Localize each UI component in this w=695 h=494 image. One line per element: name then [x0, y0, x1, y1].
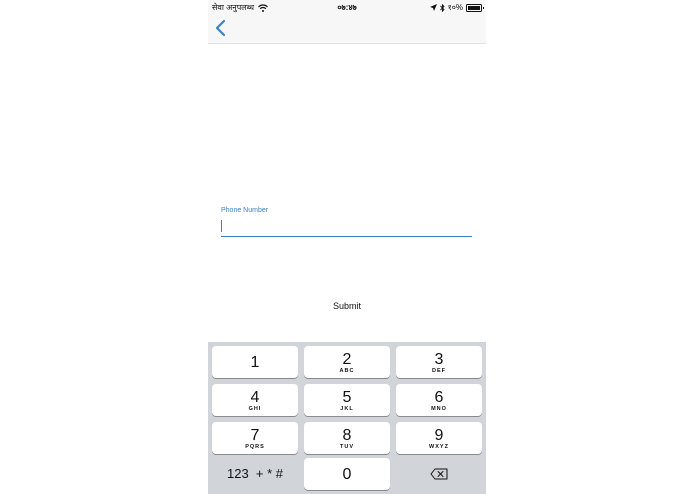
key-1[interactable]: 1 [212, 346, 298, 378]
symbols-key[interactable]: 123 + * # [212, 458, 298, 490]
bluetooth-icon [439, 3, 445, 12]
symbols-label: 123 + * # [226, 466, 284, 481]
key-digit: 7 [250, 427, 260, 444]
key-2[interactable]: 2 ABC [304, 346, 390, 378]
key-digit: 5 [342, 389, 352, 406]
key-9[interactable]: 9 WXYZ [396, 422, 482, 454]
key-letters: PQRS [245, 444, 265, 450]
delete-key[interactable] [396, 458, 482, 490]
key-letters: TUV [340, 444, 354, 450]
phone-number-label: Phone Number [221, 207, 269, 214]
key-letters: DEF [432, 368, 446, 374]
key-letters: JKL [340, 406, 354, 412]
submit-button[interactable]: Submit [208, 298, 486, 314]
backspace-icon [430, 468, 448, 480]
key-8[interactable]: 8 TUV [304, 422, 390, 454]
key-digit: 2 [342, 351, 352, 368]
phone-number-input[interactable] [221, 217, 472, 237]
key-letters: GHI [248, 406, 262, 412]
navigation-bar [208, 14, 486, 44]
key-letters: WXYZ [429, 444, 449, 450]
text-cursor [221, 220, 222, 232]
key-5[interactable]: 5 JKL [304, 384, 390, 416]
key-0[interactable]: 0 [304, 458, 390, 490]
key-4[interactable]: 4 GHI [212, 384, 298, 416]
key-digit: 8 [342, 427, 352, 444]
key-letters: MNO [431, 406, 447, 412]
back-button[interactable] [212, 18, 232, 38]
battery-percent: १०% [447, 3, 463, 12]
key-3[interactable]: 3 DEF [396, 346, 482, 378]
status-bar: सेवा अनुपलब्ध ०७:४७ १०% [208, 0, 486, 14]
key-7[interactable]: 7 PQRS [212, 422, 298, 454]
key-digit: 3 [434, 351, 444, 368]
chevron-left-icon [215, 19, 226, 37]
status-right: १०% [429, 2, 484, 13]
key-letters: ABC [339, 368, 355, 374]
key-digit: 6 [434, 389, 444, 406]
key-6[interactable]: 6 MNO [396, 384, 482, 416]
key-digit: 1 [250, 354, 260, 371]
battery-icon [466, 3, 484, 12]
key-digit: 9 [434, 427, 444, 444]
phone-screen: सेवा अनुपलब्ध ०७:४७ १०% Phone Number Sub… [208, 0, 486, 494]
key-digit: 4 [250, 389, 260, 406]
location-arrow-icon [429, 4, 437, 11]
numeric-keypad: 1 2 ABC 3 DEF 4 GHI 5 JKL 6 MNO 7 PQRS 8… [208, 342, 486, 494]
key-digit: 0 [342, 466, 352, 483]
